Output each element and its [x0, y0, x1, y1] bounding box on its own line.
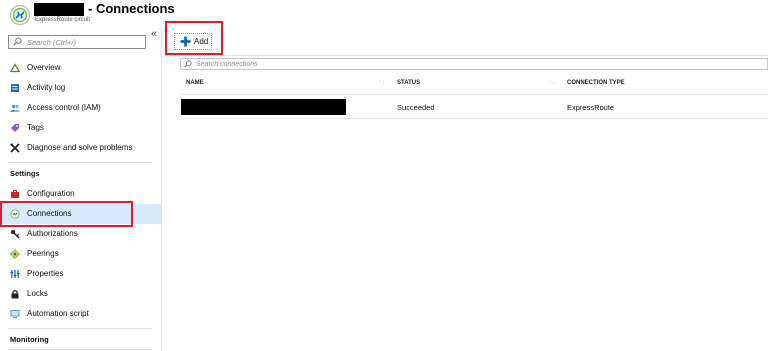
command-bar: Add	[163, 28, 768, 56]
sidebar-item-peerings[interactable]: Peerings	[0, 244, 161, 264]
connections-search[interactable]	[180, 58, 768, 70]
script-icon	[10, 310, 20, 319]
sidebar-item-label: Tags	[27, 123, 44, 132]
sidebar-item-label: Peerings	[27, 249, 59, 258]
table-row[interactable]: Succeeded ExpressRoute	[180, 97, 768, 119]
sidebar-item-label: Automation script	[27, 309, 89, 318]
lock-icon	[11, 289, 19, 299]
sort-icon[interactable]: ↑↓	[379, 80, 385, 86]
sidebar-item-label: Access control (IAM)	[27, 103, 101, 112]
sidebar-item-label: Properties	[27, 269, 64, 278]
section-header-settings: Settings	[10, 169, 40, 178]
sidebar-item-activity-log[interactable]: Activity log	[0, 78, 161, 98]
connections-search-input[interactable]	[196, 59, 756, 69]
page-subtitle: ExpressRoute circuit	[35, 17, 91, 23]
menu-divider	[8, 328, 152, 329]
status-cell: Succeeded	[397, 103, 435, 112]
sidebar-item-label: Locks	[27, 289, 48, 298]
menu-divider	[8, 162, 152, 163]
toolbox-icon	[11, 190, 19, 198]
peering-icon	[10, 249, 20, 259]
key-icon	[11, 230, 20, 239]
sidebar-item-label: Authorizations	[27, 229, 78, 238]
section-header-monitoring: Monitoring	[10, 335, 49, 344]
wrench-icon	[10, 143, 20, 153]
search-icon	[13, 37, 22, 46]
tag-icon	[11, 124, 19, 132]
people-icon	[10, 104, 20, 112]
menu-search-input[interactable]	[27, 36, 143, 48]
sidebar-item-locks[interactable]: Locks	[0, 284, 161, 304]
menu-search[interactable]	[8, 35, 146, 49]
blade-header: - Connections ExpressRoute circuit	[0, 0, 768, 28]
sidebar-item-automation-script[interactable]: Automation script	[0, 304, 161, 324]
column-header-name[interactable]: NAME	[186, 80, 204, 86]
search-icon	[184, 60, 192, 68]
sidebar-item-diagnose[interactable]: Diagnose and solve problems	[0, 138, 161, 158]
sidebar-item-iam[interactable]: Access control (IAM)	[0, 98, 161, 118]
sidebar-item-label: Activity log	[27, 83, 66, 92]
column-header-connection-type[interactable]: CONNECTION TYPE	[567, 80, 625, 86]
redacted-connection-name	[181, 99, 346, 115]
menu-divider	[8, 349, 152, 350]
resource-menu: « Overview Activity log Access control (…	[0, 28, 162, 351]
sidebar-item-properties[interactable]: Properties	[0, 264, 161, 284]
column-header-status[interactable]: STATUS	[397, 80, 420, 86]
log-icon	[11, 84, 19, 92]
sidebar-item-label: Configuration	[27, 189, 75, 198]
sidebar-item-label: Diagnose and solve problems	[27, 143, 133, 152]
highlight-add-annotation	[165, 21, 223, 55]
expressroute-circuit-icon	[9, 4, 31, 26]
connection-type-cell: ExpressRoute	[567, 103, 615, 112]
properties-icon	[10, 270, 20, 278]
sidebar-item-label: Overview	[27, 63, 61, 72]
sort-icon[interactable]: ↑↓	[549, 80, 555, 86]
triangle-icon	[10, 63, 20, 73]
highlight-connections-annotation	[0, 201, 133, 227]
sidebar-item-overview[interactable]: Overview	[0, 58, 161, 78]
sidebar-item-authorizations[interactable]: Authorizations	[0, 224, 161, 244]
table-header-divider	[180, 94, 768, 95]
redacted-resource-name	[34, 3, 84, 16]
page-title: - Connections	[88, 1, 175, 16]
sidebar-item-tags[interactable]: Tags	[0, 118, 161, 138]
collapse-menu-button[interactable]: «	[151, 28, 157, 40]
